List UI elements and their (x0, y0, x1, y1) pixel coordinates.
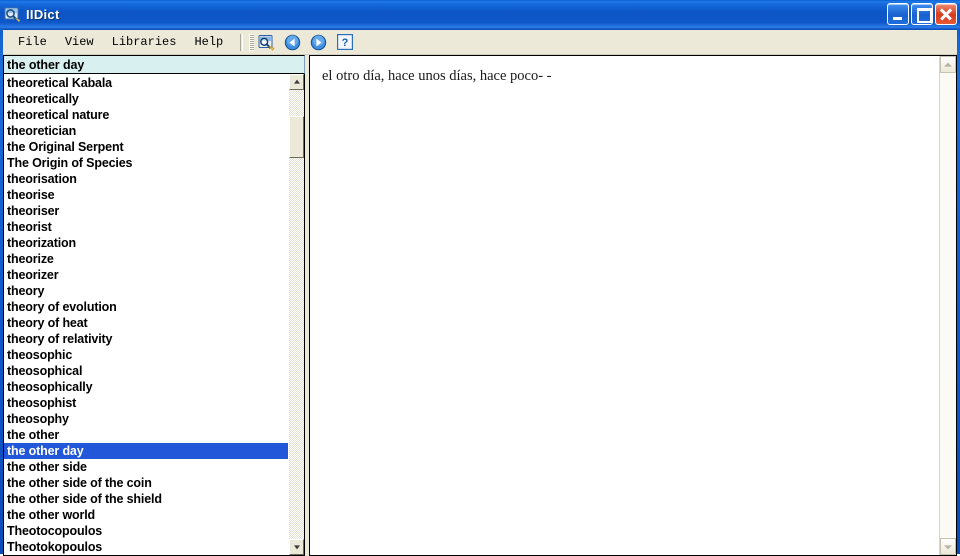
word-list-item[interactable]: the other day (4, 443, 288, 459)
toolbar: ? (256, 32, 355, 52)
word-list-item[interactable]: theory of evolution (4, 299, 288, 315)
word-list-item[interactable]: theosophical (4, 363, 288, 379)
word-list-item[interactable]: the other side of the shield (4, 491, 288, 507)
close-button[interactable] (935, 3, 957, 25)
forward-arrow-icon[interactable] (308, 32, 329, 52)
menu-item-file[interactable]: File (9, 32, 56, 52)
word-list-item[interactable]: theorist (4, 219, 288, 235)
window-controls (887, 3, 957, 25)
word-list-item[interactable]: theoretical Kabala (4, 75, 288, 91)
word-list-item[interactable]: theosophically (4, 379, 288, 395)
word-list-item[interactable]: theory of heat (4, 315, 288, 331)
menu-toolbar-row: File View Libraries Help ? (3, 30, 957, 55)
word-list-item[interactable]: the other world (4, 507, 288, 523)
word-list-item[interactable]: the other side of the coin (4, 475, 288, 491)
dictionary-magnifier-icon[interactable] (4, 6, 21, 23)
app-window: IIDict File View Libraries Help ? the ot… (0, 0, 960, 556)
toolbar-grip[interactable] (249, 33, 255, 51)
definition-content[interactable]: el otro día, hace unos días, hace poco- … (310, 56, 939, 555)
help-question-icon[interactable]: ? (334, 32, 355, 52)
svg-text:?: ? (341, 37, 348, 49)
title-bar[interactable]: IIDict (0, 0, 960, 29)
scroll-thumb[interactable] (289, 116, 304, 158)
menu-item-help[interactable]: Help (185, 32, 232, 52)
word-list-item[interactable]: the Original Serpent (4, 139, 288, 155)
word-list-item[interactable]: Theotocopoulos (4, 523, 288, 539)
word-list-item[interactable]: theosophic (4, 347, 288, 363)
word-list-item[interactable]: theoretical nature (4, 107, 288, 123)
definition-text: el otro día, hace unos días, hace poco- … (322, 68, 552, 84)
word-list[interactable]: theoretical Kabala theoretically theoretic… (4, 74, 288, 555)
definition-pane: el otro día, hace unos días, hace poco- … (309, 55, 957, 556)
main-split: the other day theoretical Kabala theoreti… (3, 55, 957, 556)
word-list-item[interactable]: theory (4, 283, 288, 299)
definition-scroll-up-button[interactable] (940, 56, 956, 73)
toolbar-separator (240, 33, 244, 51)
word-list-item[interactable]: the other side (4, 459, 288, 475)
menu-item-view[interactable]: View (56, 32, 103, 52)
word-list-item[interactable]: theory of relativity (4, 331, 288, 347)
definition-scroll-track[interactable] (940, 73, 956, 538)
word-list-item[interactable]: theosophist (4, 395, 288, 411)
definition-scrollbar[interactable] (939, 56, 956, 555)
word-list-pane: the other day theoretical Kabala theoreti… (3, 55, 305, 556)
back-arrow-icon[interactable] (282, 32, 303, 52)
word-list-item[interactable]: theorizer (4, 267, 288, 283)
client-area: File View Libraries Help ? the other day… (3, 29, 957, 556)
word-list-item[interactable]: theorise (4, 187, 288, 203)
menu-bar: File View Libraries Help (3, 32, 232, 52)
word-list-item[interactable]: the other (4, 427, 288, 443)
word-list-container: theoretical Kabala theoretically theoretic… (3, 74, 305, 556)
scroll-track[interactable] (289, 90, 304, 539)
word-list-item[interactable]: theoriser (4, 203, 288, 219)
word-list-item[interactable]: theoretician (4, 123, 288, 139)
word-list-item[interactable]: theorisation (4, 171, 288, 187)
word-list-item[interactable]: The Origin of Species (4, 155, 288, 171)
maximize-button[interactable] (911, 3, 933, 25)
scroll-up-button[interactable] (289, 74, 304, 90)
word-list-item[interactable]: theosophy (4, 411, 288, 427)
scroll-down-button[interactable] (289, 539, 304, 555)
minimize-button[interactable] (887, 3, 909, 25)
word-list-item[interactable]: theoretically (4, 91, 288, 107)
definition-scroll-down-button[interactable] (940, 538, 956, 555)
search-input[interactable]: the other day (3, 55, 305, 74)
word-list-item[interactable]: theorize (4, 251, 288, 267)
word-list-item[interactable]: theorization (4, 235, 288, 251)
window-title: IIDict (26, 7, 60, 22)
menu-item-libraries[interactable]: Libraries (103, 32, 186, 52)
word-list-scrollbar[interactable] (288, 74, 304, 555)
word-list-item[interactable]: Theotokopoulos (4, 539, 288, 555)
search-dictionary-icon[interactable] (256, 32, 277, 52)
